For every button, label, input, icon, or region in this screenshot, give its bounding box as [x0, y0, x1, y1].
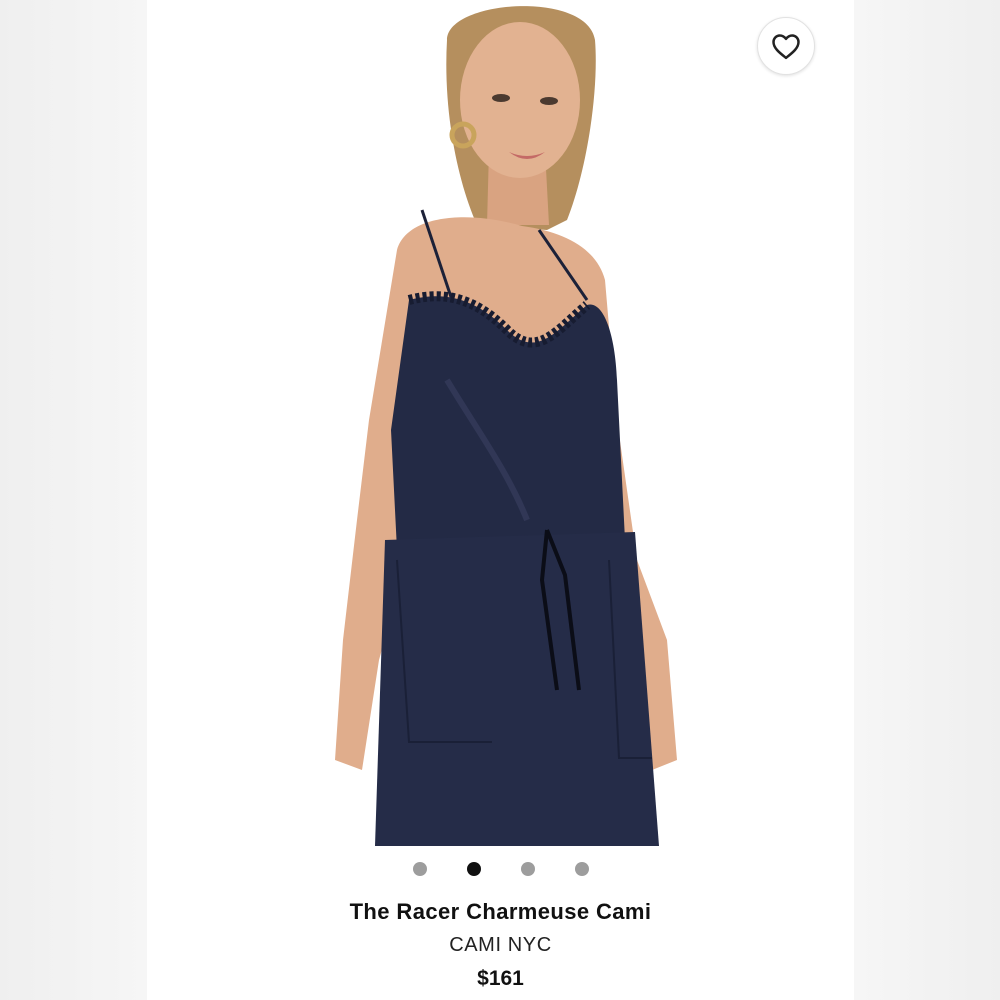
model-illustration: [335, 6, 677, 846]
carousel-dot-2[interactable]: [466, 862, 481, 876]
carousel-dot-3[interactable]: [520, 862, 535, 876]
product-card: The Racer Charmeuse Cami CAMI NYC $161: [147, 0, 854, 1000]
product-image[interactable]: [147, 0, 854, 846]
right-backdrop: [854, 0, 1000, 1000]
product-title[interactable]: The Racer Charmeuse Cami: [147, 899, 854, 925]
carousel-dot-4[interactable]: [574, 862, 589, 876]
image-carousel-dots: [147, 862, 854, 876]
favorite-button[interactable]: [757, 17, 815, 75]
heart-icon: [772, 34, 800, 60]
product-price: $161: [477, 967, 524, 990]
carousel-dot-1[interactable]: [412, 862, 427, 876]
product-brand[interactable]: CAMI NYC: [147, 934, 854, 957]
left-backdrop: [0, 0, 147, 1000]
